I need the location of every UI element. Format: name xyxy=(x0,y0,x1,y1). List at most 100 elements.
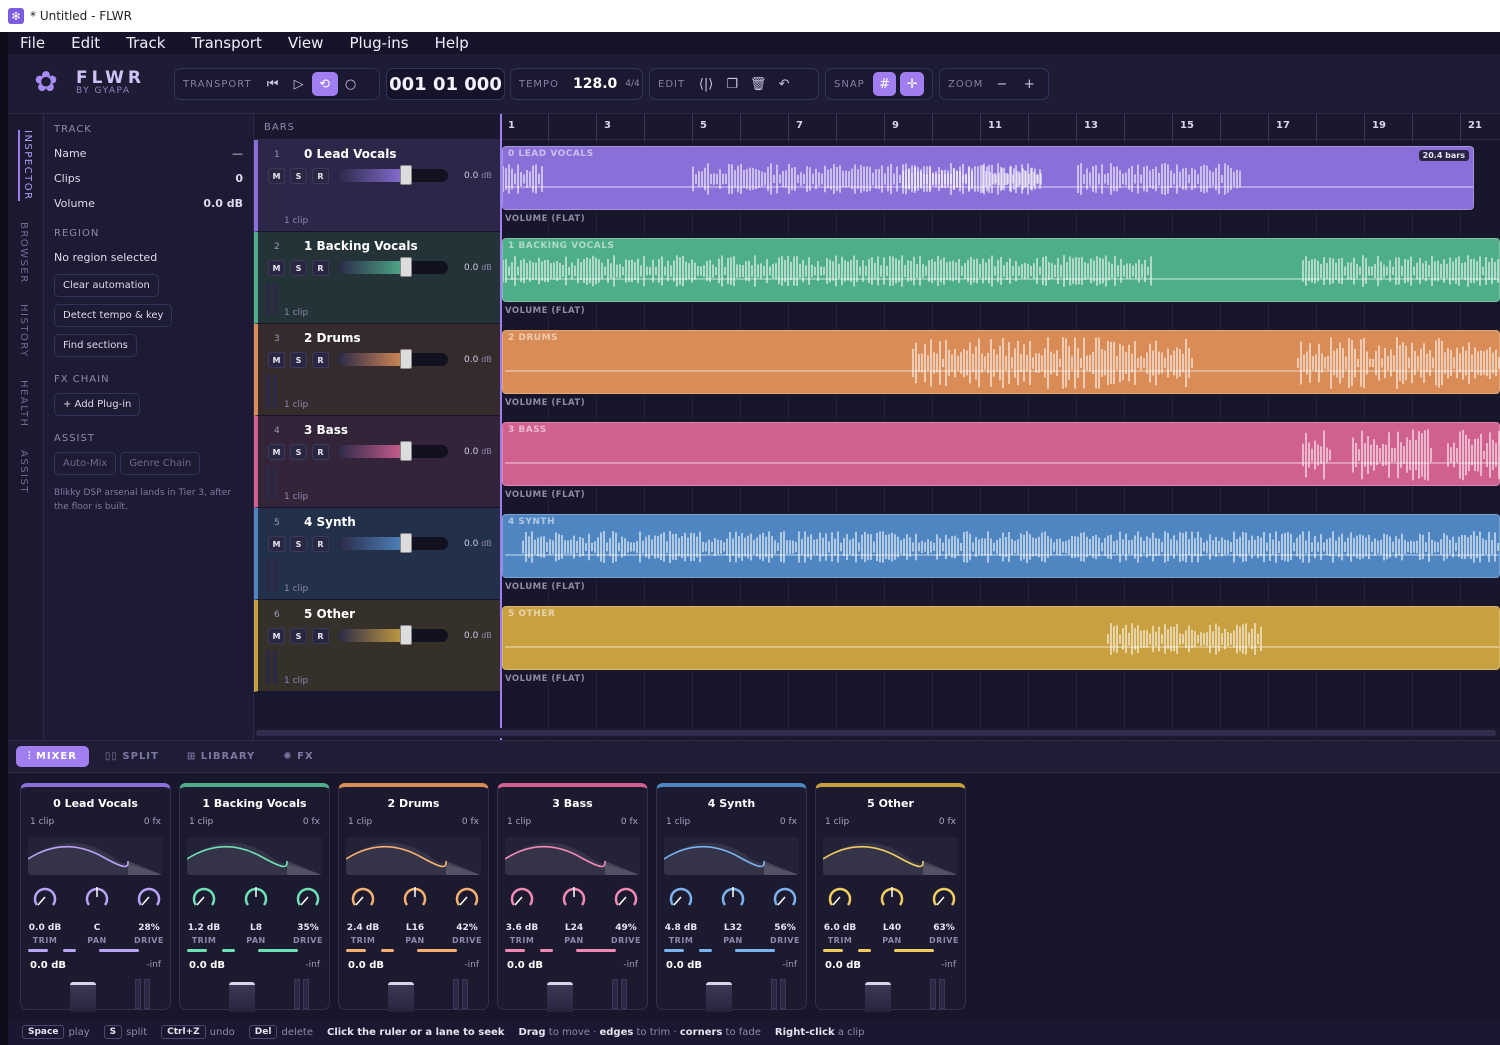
fader-knob[interactable] xyxy=(400,349,412,369)
pan-knob[interactable] xyxy=(561,883,587,913)
trim-knob[interactable] xyxy=(509,883,535,913)
zoom-in-button[interactable]: + xyxy=(1019,72,1040,96)
volume-fader[interactable] xyxy=(338,629,448,642)
mute-button[interactable]: M xyxy=(268,536,285,552)
scrollbar-thumb[interactable] xyxy=(256,730,1496,736)
audio-clip[interactable]: 0 LEAD VOCALS 20.4 bars xyxy=(502,146,1474,210)
track-name[interactable]: 0 Lead Vocals xyxy=(304,147,397,161)
track-header[interactable]: 3 2 Drums MSR 0.0 dB 1 clip xyxy=(254,324,500,416)
mute-button[interactable]: M xyxy=(268,260,285,276)
tab-mixer[interactable]: ⫶ MIXER xyxy=(16,746,89,767)
trim-knob[interactable] xyxy=(668,883,694,913)
split-icon[interactable]: ⟨|⟩ xyxy=(693,72,719,96)
time-signature[interactable]: 4/4 xyxy=(625,79,639,89)
detect-tempo-button[interactable]: Detect tempo & key xyxy=(54,304,173,327)
channel-fader[interactable] xyxy=(388,982,414,1012)
trim-knob[interactable] xyxy=(32,883,58,913)
mute-button[interactable]: M xyxy=(268,628,285,644)
menu-view[interactable]: View xyxy=(288,34,324,52)
playhead[interactable] xyxy=(500,114,502,740)
mixer-channel-strip[interactable]: 2 Drums 1 clip 0 fx 0.0 dB -inf 2.4 dB TR… xyxy=(338,783,489,1012)
drive-knob[interactable] xyxy=(136,883,162,913)
drive-knob[interactable] xyxy=(613,883,639,913)
tab-assist[interactable]: ASSIST xyxy=(18,450,29,494)
fader-knob[interactable] xyxy=(400,441,412,461)
solo-button[interactable]: S xyxy=(290,260,307,276)
pan-knob[interactable] xyxy=(243,883,269,913)
fader-knob[interactable] xyxy=(400,625,412,645)
channel-fader[interactable] xyxy=(70,982,96,1012)
grid-snap-icon[interactable]: # xyxy=(872,72,897,96)
solo-button[interactable]: S xyxy=(290,628,307,644)
tab-library[interactable]: ⊞ LIBRARY xyxy=(175,746,267,767)
solo-button[interactable]: S xyxy=(290,536,307,552)
record-arm-button[interactable]: R xyxy=(312,628,329,644)
audio-clip[interactable]: 2 DRUMS xyxy=(502,330,1500,394)
eq-curve[interactable] xyxy=(505,837,640,875)
eq-curve[interactable] xyxy=(28,837,163,875)
audio-clip[interactable]: 5 OTHER xyxy=(502,606,1500,670)
track-lane[interactable]: 0 LEAD VOCALS 20.4 bars VOLUME (FLAT) xyxy=(500,140,1500,232)
pan-knob[interactable] xyxy=(879,883,905,913)
play-icon[interactable]: ▷ xyxy=(286,72,312,96)
magnet-snap-icon[interactable]: ✛ xyxy=(900,72,924,96)
drive-knob[interactable] xyxy=(295,883,321,913)
add-plugin-button[interactable]: + Add Plug-in xyxy=(54,393,141,416)
fader-knob[interactable] xyxy=(400,533,412,553)
pan-knob[interactable] xyxy=(84,883,110,913)
menu-edit[interactable]: Edit xyxy=(71,34,100,52)
solo-button[interactable]: S xyxy=(290,444,307,460)
tab-health[interactable]: HEALTH xyxy=(18,380,29,428)
mixer-channel-strip[interactable]: 3 Bass 1 clip 0 fx 0.0 dB -inf 3.6 dB TRI… xyxy=(497,783,648,1012)
track-name[interactable]: 3 Bass xyxy=(304,423,348,437)
genre-chain-button[interactable]: Genre Chain xyxy=(120,452,201,475)
eq-curve[interactable] xyxy=(823,837,958,875)
record-arm-button[interactable]: R xyxy=(312,260,329,276)
fader-knob[interactable] xyxy=(400,165,412,185)
track-lane[interactable]: 3 BASS VOLUME (FLAT) xyxy=(500,416,1500,508)
find-sections-button[interactable]: Find sections xyxy=(54,334,137,357)
auto-mix-button[interactable]: Auto-Mix xyxy=(54,452,117,475)
audio-clip[interactable]: 4 SYNTH xyxy=(502,514,1500,578)
undo-icon[interactable]: ↶ xyxy=(771,72,797,96)
trim-knob[interactable] xyxy=(827,883,853,913)
record-arm-button[interactable]: R xyxy=(312,444,329,460)
volume-fader[interactable] xyxy=(338,169,448,182)
pan-knob[interactable] xyxy=(402,883,428,913)
delete-icon[interactable]: 🗑 xyxy=(745,72,771,96)
record-arm-button[interactable]: R xyxy=(312,168,329,184)
menu-plugins[interactable]: Plug-ins xyxy=(349,34,408,52)
menu-file[interactable]: File xyxy=(20,34,45,52)
loop-icon[interactable]: ⟲ xyxy=(311,72,338,96)
channel-fader[interactable] xyxy=(229,982,255,1012)
audio-clip[interactable]: 3 BASS xyxy=(502,422,1500,486)
mixer-channel-strip[interactable]: 5 Other 1 clip 0 fx 0.0 dB -inf 6.0 dB TR… xyxy=(815,783,966,1012)
timeline-ruler[interactable]: 1 3 5 7 9 11 13 15 17 19 21 xyxy=(500,114,1500,140)
solo-button[interactable]: S xyxy=(290,168,307,184)
menu-help[interactable]: Help xyxy=(435,34,469,52)
duplicate-icon[interactable]: ❐ xyxy=(719,72,745,96)
solo-button[interactable]: S xyxy=(290,352,307,368)
track-header[interactable]: 1 0 Lead Vocals MSR 0.0 dB 1 clip xyxy=(254,140,500,232)
drive-knob[interactable] xyxy=(772,883,798,913)
mute-button[interactable]: M xyxy=(268,444,285,460)
trim-knob[interactable] xyxy=(191,883,217,913)
track-lane[interactable]: 1 BACKING VOCALS VOLUME (FLAT) xyxy=(500,232,1500,324)
menu-track[interactable]: Track xyxy=(126,34,165,52)
track-lane[interactable]: 2 DRUMS VOLUME (FLAT) xyxy=(500,324,1500,416)
track-header[interactable]: 6 5 Other MSR 0.0 dB 1 clip xyxy=(254,600,500,692)
tab-browser[interactable]: BROWSER xyxy=(18,222,29,284)
zoom-out-button[interactable]: − xyxy=(991,72,1012,96)
channel-fader[interactable] xyxy=(547,982,573,1012)
channel-fader[interactable] xyxy=(865,982,891,1012)
eq-curve[interactable] xyxy=(187,837,322,875)
horizontal-scrollbar[interactable] xyxy=(254,728,1500,738)
eq-curve[interactable] xyxy=(664,837,799,875)
pan-knob[interactable] xyxy=(720,883,746,913)
drive-knob[interactable] xyxy=(454,883,480,913)
track-name[interactable]: 1 Backing Vocals xyxy=(304,239,418,253)
volume-fader[interactable] xyxy=(338,261,448,274)
mute-button[interactable]: M xyxy=(268,168,285,184)
mixer-channel-strip[interactable]: 4 Synth 1 clip 0 fx 0.0 dB -inf 4.8 dB TR… xyxy=(656,783,807,1012)
menu-transport[interactable]: Transport xyxy=(191,34,261,52)
